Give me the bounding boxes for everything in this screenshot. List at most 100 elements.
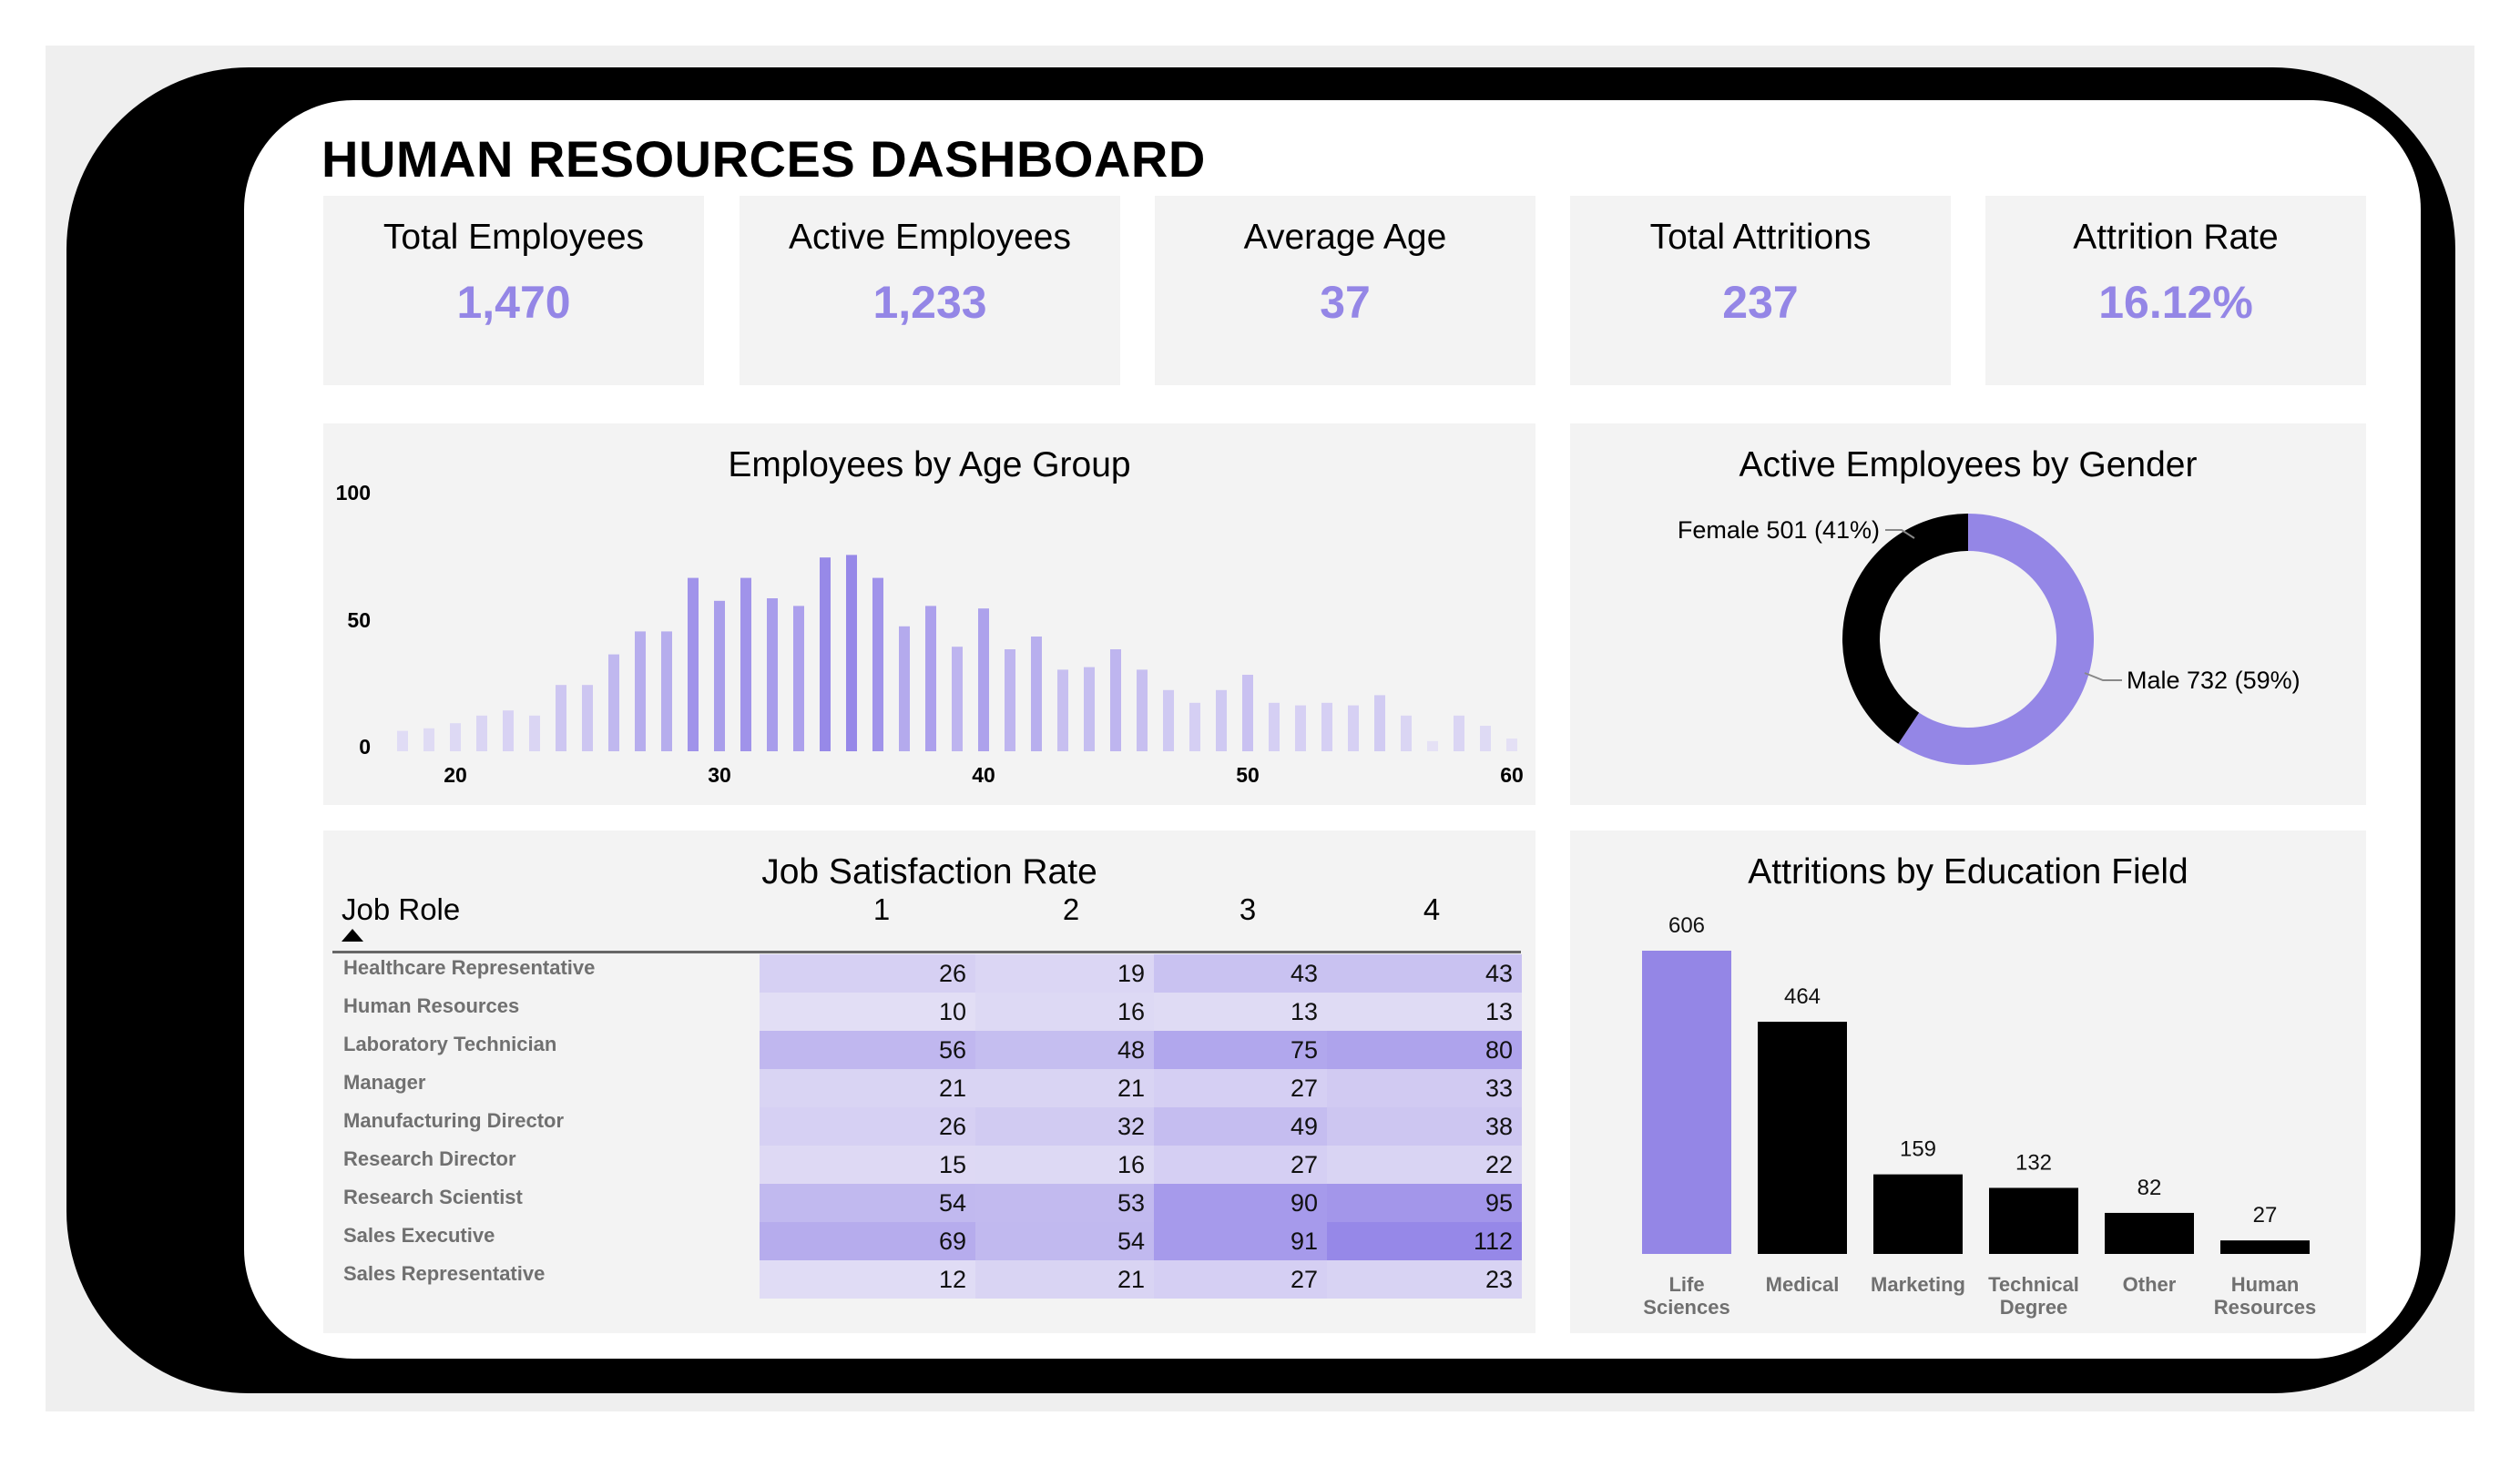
age-bar[interactable]	[820, 557, 831, 751]
education-chart-card[interactable]: Attritions by Education Field 606 Life Sci…	[1570, 830, 2366, 1333]
table-cell[interactable]: 27	[1154, 1260, 1327, 1299]
table-cell[interactable]: 33	[1327, 1069, 1522, 1107]
table-cell[interactable]: 95	[1327, 1184, 1522, 1222]
age-bar[interactable]	[1348, 705, 1359, 751]
education-bar[interactable]	[1758, 1022, 1847, 1254]
table-cell[interactable]: 13	[1327, 993, 1522, 1031]
age-bar[interactable]	[529, 715, 540, 751]
age-bar[interactable]	[899, 626, 910, 751]
table-cell[interactable]: 22	[1327, 1146, 1522, 1184]
kpi-label: Attrition Rate	[2073, 218, 2279, 257]
table-cell[interactable]: 80	[1327, 1031, 1522, 1069]
age-bar[interactable]	[450, 723, 461, 751]
age-bar[interactable]	[952, 647, 963, 751]
table-cell[interactable]: 48	[975, 1031, 1154, 1069]
age-bar[interactable]	[1269, 702, 1280, 751]
table-cell[interactable]: 112	[1327, 1222, 1522, 1260]
table-cell[interactable]: 27	[1154, 1146, 1327, 1184]
age-bar[interactable]	[714, 600, 725, 751]
age-bar[interactable]	[1242, 675, 1253, 751]
table-cell[interactable]: 54	[760, 1184, 975, 1222]
kpi-card-total-employees[interactable]: Total Employees 1,470	[323, 196, 704, 385]
table-cell[interactable]: 54	[975, 1222, 1154, 1260]
age-bar[interactable]	[1454, 715, 1464, 751]
education-bar[interactable]	[2105, 1212, 2194, 1254]
age-bar[interactable]	[556, 685, 566, 751]
table-cell[interactable]: 43	[1327, 954, 1522, 993]
table-cell[interactable]: 90	[1154, 1184, 1327, 1222]
age-bar[interactable]	[1189, 702, 1200, 751]
age-bar[interactable]	[688, 577, 699, 751]
table-cell[interactable]: 32	[975, 1107, 1154, 1146]
education-bar[interactable]	[2220, 1240, 2310, 1254]
table-cell[interactable]: 56	[760, 1031, 975, 1069]
table-cell[interactable]: 75	[1154, 1031, 1327, 1069]
table-cell[interactable]: 26	[760, 1107, 975, 1146]
table-cell[interactable]: 26	[760, 954, 975, 993]
age-bar[interactable]	[661, 631, 672, 751]
table-cell[interactable]: 21	[975, 1069, 1154, 1107]
age-bar[interactable]	[925, 606, 936, 751]
age-bar[interactable]	[1031, 637, 1042, 751]
age-bar[interactable]	[582, 685, 593, 751]
job-role-label: Laboratory Technician	[343, 1033, 557, 1055]
age-bar[interactable]	[1321, 702, 1332, 751]
age-bar[interactable]	[1084, 667, 1095, 751]
age-bar[interactable]	[1427, 740, 1438, 751]
age-bar[interactable]	[793, 606, 804, 751]
table-cell[interactable]: 19	[975, 954, 1154, 993]
kpi-card-attrition-rate[interactable]: Attrition Rate 16.12%	[1985, 196, 2366, 385]
age-bar[interactable]	[1480, 726, 1491, 751]
age-bar[interactable]	[978, 608, 989, 751]
table-cell[interactable]: 91	[1154, 1222, 1327, 1260]
age-bar[interactable]	[1216, 689, 1227, 751]
kpi-card-total-attritions[interactable]: Total Attritions 237	[1570, 196, 1951, 385]
age-bar[interactable]	[476, 715, 487, 751]
age-bar[interactable]	[1506, 739, 1517, 751]
table-cell[interactable]: 16	[975, 1146, 1154, 1184]
table-cell[interactable]: 69	[760, 1222, 975, 1260]
age-bar[interactable]	[1005, 649, 1015, 751]
bar-value-label: 132	[2015, 1150, 2052, 1175]
table-cell[interactable]: 53	[975, 1184, 1154, 1222]
table-cell[interactable]: 15	[760, 1146, 975, 1184]
age-bar[interactable]	[635, 631, 646, 751]
age-bar[interactable]	[846, 555, 857, 751]
age-bar[interactable]	[872, 577, 883, 751]
age-bar[interactable]	[608, 654, 619, 751]
x-tick-label: 30	[708, 763, 731, 787]
age-chart-card[interactable]: Employees by Age Group 100 50 0 20 30 40…	[323, 423, 1535, 805]
table-cell[interactable]: 38	[1327, 1107, 1522, 1146]
female-slice[interactable]	[1842, 514, 1968, 744]
age-bar[interactable]	[767, 598, 778, 751]
table-cell[interactable]: 21	[760, 1069, 975, 1107]
table-cell[interactable]: 43	[1154, 954, 1327, 993]
age-bar[interactable]	[1057, 669, 1068, 751]
education-bar[interactable]	[1873, 1174, 1963, 1254]
age-bar[interactable]	[1401, 715, 1412, 751]
table-cell[interactable]: 13	[1154, 993, 1327, 1031]
age-bar[interactable]	[1374, 695, 1385, 751]
gender-chart-card[interactable]: Active Employees by Gender Female 501 (4…	[1570, 423, 2366, 805]
age-bar[interactable]	[1295, 705, 1306, 751]
education-bar[interactable]	[1989, 1187, 2078, 1254]
age-bar[interactable]	[1137, 669, 1148, 751]
age-bar[interactable]	[1163, 689, 1174, 751]
age-bar[interactable]	[503, 710, 514, 751]
kpi-card-active-employees[interactable]: Active Employees 1,233	[740, 196, 1120, 385]
age-bar[interactable]	[1110, 649, 1121, 751]
education-bar[interactable]	[1642, 951, 1731, 1254]
table-cell[interactable]: 27	[1154, 1069, 1327, 1107]
job-satisfaction-card[interactable]: Job Satisfaction Rate Job Role 1 2 3 4 H…	[323, 830, 1535, 1333]
table-cell[interactable]: 49	[1154, 1107, 1327, 1146]
table-cell[interactable]: 16	[975, 993, 1154, 1031]
table-cell[interactable]: 23	[1327, 1260, 1522, 1299]
category-label: Sciences	[1643, 1296, 1729, 1319]
age-bar[interactable]	[740, 577, 751, 751]
table-cell[interactable]: 21	[975, 1260, 1154, 1299]
age-bar[interactable]	[423, 728, 434, 751]
table-cell[interactable]: 12	[760, 1260, 975, 1299]
age-bar[interactable]	[397, 730, 408, 751]
kpi-card-average-age[interactable]: Average Age 37	[1155, 196, 1535, 385]
table-cell[interactable]: 10	[760, 993, 975, 1031]
